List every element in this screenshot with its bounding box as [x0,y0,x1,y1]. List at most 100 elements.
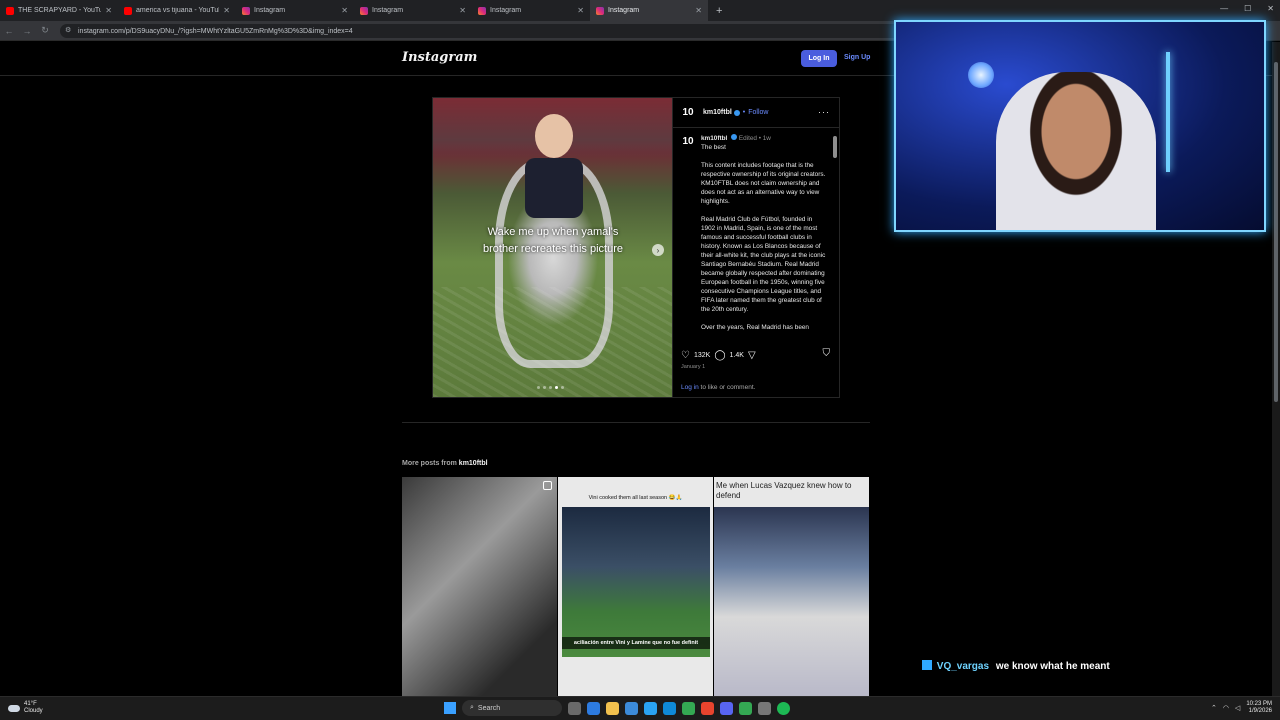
follow-button[interactable]: Follow [748,109,768,116]
signup-link[interactable]: Sign Up [844,54,870,61]
login-button[interactable]: Log In [801,50,837,67]
start-icon[interactable] [444,702,456,714]
close-tab-icon[interactable]: ✕ [105,6,112,15]
caption-area: 10 km10ftbl Edited • 1w The best This co… [673,130,831,342]
webcam-overlay [894,20,1266,232]
clock-date: 1/9/2026 [1248,708,1272,714]
post-date: January 1 [681,364,706,370]
instagram-icon [596,6,604,15]
search-icon: ⌕ [470,704,474,711]
edge-icon[interactable] [663,701,676,715]
clock-time: 10:23 PM [1246,701,1272,707]
site-info-icon[interactable]: ⚙ [65,26,71,34]
comment-icon[interactable]: ◯ [714,350,725,361]
close-window-icon[interactable]: ✕ [1267,4,1274,13]
carousel-dot [549,386,552,389]
taskbar-search[interactable]: ⌕ Search [462,700,562,716]
store-icon[interactable] [625,701,638,715]
account-avatar[interactable]: 10 [681,134,695,148]
taskbar: 41°F Cloudy ⌕ Search ⌃ ◠ ◁ 10:23 PM 1/9/… [0,696,1280,720]
grid-post[interactable]: Vini cooked them all last season 😂🙏 acil… [558,477,713,696]
minimize-icon[interactable]: — [1220,4,1228,13]
youtube-icon [6,6,14,15]
carousel-dot-active [555,386,558,389]
caption-paragraph: This content includes footage that is th… [701,162,826,205]
caption-username[interactable]: km10ftbl [701,135,727,142]
mail-icon[interactable] [644,701,657,715]
reload-icon[interactable]: ↻ [36,25,54,36]
back-icon[interactable]: ← [0,26,18,36]
post-sidebar: 10 km10ftbl • Follow ··· 10 km10ftbl Edi… [672,98,840,397]
chat-badge-icon [922,660,932,670]
carousel-next-icon[interactable]: › [652,244,664,256]
close-tab-icon[interactable]: ✕ [459,6,466,15]
grid-post[interactable] [402,477,557,696]
volume-icon[interactable]: ◁ [1235,704,1240,712]
share-icon[interactable]: ▽ [748,350,756,361]
instagram-logo[interactable]: Instagram [402,50,477,65]
close-tab-icon[interactable]: ✕ [695,6,702,15]
close-tab-icon[interactable]: ✕ [577,6,584,15]
discord-icon[interactable] [720,701,733,715]
post-media[interactable]: Wake me up when yamal's brother recreate… [433,98,672,397]
carousel-dot [543,386,546,389]
file-explorer-icon[interactable] [606,701,619,715]
action-bar: ♡ 132K ◯ 1.4K ▽ ⛉ [681,348,836,362]
chrome-icon[interactable] [682,701,695,715]
clock[interactable]: 10:23 PM 1/9/2026 [1246,701,1272,715]
browser-tab[interactable]: Instagram ✕ [236,0,354,21]
caption-scrollbar[interactable] [833,134,837,342]
like-icon[interactable]: ♡ [681,350,690,361]
more-posts-username[interactable]: km10ftbl [459,460,488,467]
forward-icon[interactable]: → [18,26,36,36]
browser-tab[interactable]: america vs tijuana - YouTube ✕ [118,0,236,21]
bookmark-icon[interactable]: ⛉ [823,348,831,359]
caption-title: The best [701,144,726,151]
wifi-icon[interactable]: ◠ [1223,704,1229,712]
browser-tab[interactable]: THE SCRAPYARD - YouTube ✕ [0,0,118,21]
login-prompt-text: to like or comment. [700,384,756,391]
app-icon[interactable] [701,701,714,715]
chat-username: VQ_vargas [936,661,990,672]
new-tab-button[interactable]: + [708,5,730,17]
account-avatar[interactable]: 10 [681,106,695,120]
youtube-icon [124,6,132,15]
cloud-icon [8,704,20,712]
weather-widget[interactable]: 41°F Cloudy [8,701,43,715]
instagram-icon [242,6,250,15]
grid-post-subtitle: aciliación entre Vini y Lamine que no fu… [562,637,710,649]
chat-message: we know what he meant [995,661,1110,672]
system-tray: ⌃ ◠ ◁ 10:23 PM 1/9/2026 [1211,701,1272,715]
more-posts-title: More posts from km10ftbl [402,460,488,467]
chat-overlay: VQ_vargas we know what he meant [922,660,1110,672]
carousel-dot [537,386,540,389]
grid-post-image [562,507,710,657]
section-divider [402,422,870,423]
verified-badge-icon [733,109,740,116]
more-options-icon[interactable]: ··· [818,107,830,117]
spotify-icon[interactable] [777,701,790,715]
page-scrollbar[interactable] [1272,42,1280,696]
browser-tab[interactable]: Instagram ✕ [472,0,590,21]
chrome-icon[interactable] [739,701,752,715]
follow-separator: • [742,109,746,116]
post-username[interactable]: km10ftbl [703,109,732,116]
grid-post[interactable]: Me when Lucas Vazquez knew how to defend [714,477,869,696]
post-header: 10 km10ftbl • Follow ··· [673,98,840,128]
caption-paragraph: Real Madrid Club de Fútbol, founded in 1… [701,216,826,313]
search-label: Search [477,704,501,712]
taskbar-apps: ⌕ Search [444,700,790,716]
login-link[interactable]: Log in [681,384,699,391]
obs-icon[interactable] [758,701,771,715]
instagram-icon [360,6,368,15]
close-tab-icon[interactable]: ✕ [223,6,230,15]
tray-overflow-icon[interactable]: ⌃ [1211,704,1217,712]
close-tab-icon[interactable]: ✕ [341,6,348,15]
task-view-icon[interactable] [568,701,581,715]
maximize-icon[interactable]: ☐ [1244,4,1251,13]
browser-tab-active[interactable]: Instagram ✕ [590,0,708,21]
caption-paragraph: Over the years, Real Madrid has been [701,324,809,331]
grid-post-caption: Vini cooked them all last season 😂🙏 [588,495,683,501]
browser-tab[interactable]: Instagram ✕ [354,0,472,21]
copilot-icon[interactable] [587,701,600,715]
